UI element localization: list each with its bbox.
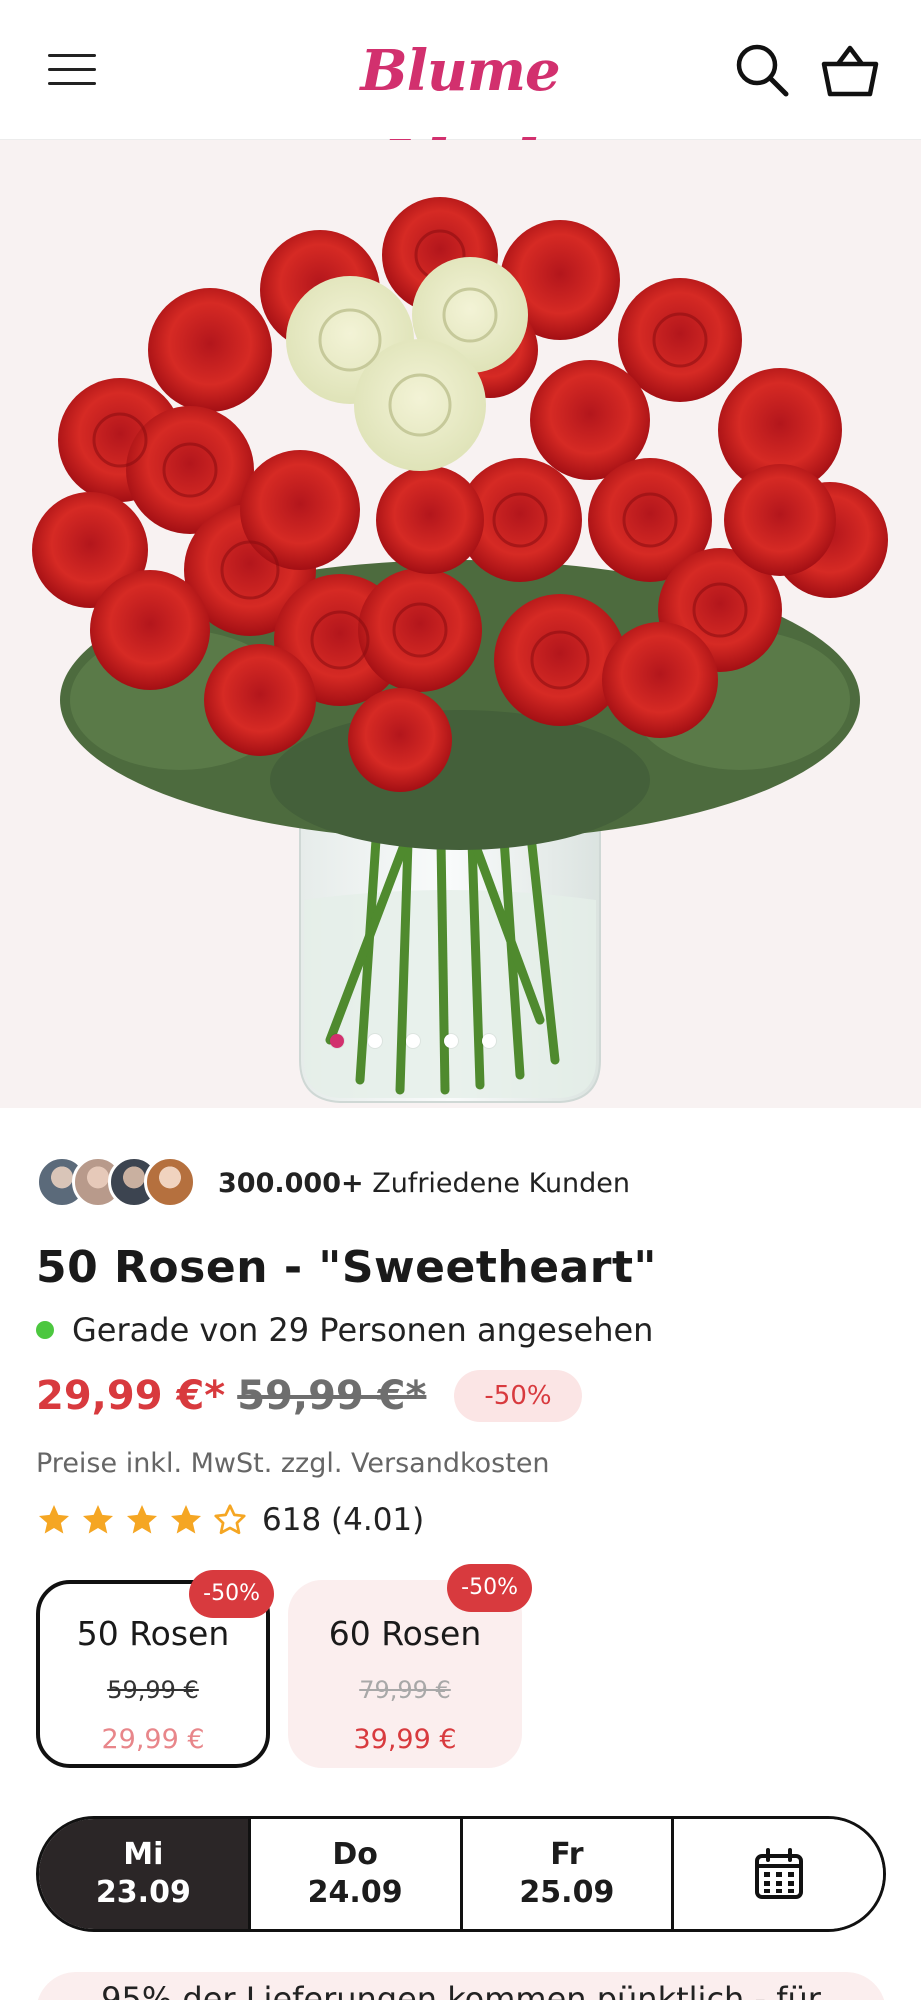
delivery-notice-text: 95% der Lieferungen kommen pünktlich - f…: [101, 1980, 821, 2000]
brand-logo[interactable]: Blume Ideal: [300, 26, 620, 194]
date-option-fr[interactable]: Fr 25.09: [462, 1819, 675, 1929]
product-title: 50 Rosen - "Sweetheart": [36, 1242, 657, 1293]
star-icon: [39, 1505, 69, 1534]
product-image[interactable]: [0, 140, 921, 1108]
menu-icon-bar: [48, 82, 96, 85]
delivery-notice: 95% der Lieferungen kommen pünktlich - f…: [36, 1972, 886, 2000]
header: Blume Ideal: [0, 0, 921, 194]
date-value: 24.09: [307, 1875, 403, 1910]
star-icon: [171, 1505, 201, 1534]
star-outline-icon: [214, 1504, 246, 1535]
gallery-pagination: [330, 1034, 550, 1054]
date-value: 23.09: [95, 1875, 191, 1910]
menu-icon-bar: [48, 68, 96, 71]
date-weekday: Mi: [123, 1837, 164, 1872]
variant-name: 60 Rosen: [328, 1614, 482, 1653]
star-icon: [127, 1505, 157, 1534]
rose-bouquet-image: [32, 197, 888, 1103]
customer-count: 300.000+ Zufriedene Kunden: [218, 1164, 630, 1204]
star-icon: [83, 1505, 113, 1534]
search-button[interactable]: [732, 40, 792, 100]
menu-button[interactable]: [44, 48, 100, 92]
live-viewers-text: Gerade von 29 Personen angesehen: [72, 1311, 654, 1349]
gallery-dot[interactable]: [368, 1034, 382, 1048]
basket-icon: [821, 45, 879, 97]
live-viewers: Gerade von 29 Personen angesehen: [36, 1308, 653, 1352]
avatar: [144, 1156, 196, 1208]
variant-new-price: 29,99 €: [101, 1724, 205, 1755]
rating[interactable]: 618 (4.01): [36, 1498, 424, 1542]
menu-icon-bar: [48, 54, 96, 57]
date-value: 25.09: [519, 1875, 615, 1910]
customer-count-label: Zufriedene Kunden: [372, 1168, 631, 1199]
calendar-button[interactable]: [674, 1819, 883, 1929]
calendar-icon: [754, 1848, 803, 1899]
variant-old-price: 59,99 €: [107, 1676, 199, 1704]
variant-50-rosen[interactable]: 50 Rosen 59,99 € 29,99 € -50%: [36, 1570, 274, 1768]
customer-count-number: 300.000+: [218, 1168, 364, 1199]
variant-discount-badge: -50%: [447, 1564, 532, 1612]
gallery-dot[interactable]: [406, 1034, 420, 1048]
original-price: 59,99 €*: [237, 1373, 427, 1419]
cart-button[interactable]: [818, 40, 882, 100]
variant-60-rosen[interactable]: 60 Rosen 79,99 € 39,99 € -50%: [288, 1564, 532, 1768]
customer-avatars: [36, 1156, 200, 1210]
variant-new-price: 39,99 €: [353, 1724, 457, 1755]
price-row: 29,99 €* 59,99 €* -50%: [36, 1366, 582, 1426]
delivery-date-selector: Mi 23.09 Do 24.09 Fr 25.09: [36, 1816, 886, 1932]
date-weekday: Fr: [550, 1837, 584, 1872]
date-option-mi[interactable]: Mi 23.09: [39, 1819, 251, 1929]
current-price: 29,99 €*: [36, 1373, 226, 1419]
online-dot-icon: [36, 1321, 54, 1339]
tax-note: Preise inkl. MwSt. zzgl. Versandkosten: [36, 1448, 550, 1479]
search-icon: [736, 44, 789, 97]
rating-text: 618 (4.01): [262, 1502, 425, 1538]
gallery-dot[interactable]: [330, 1034, 344, 1048]
variant-discount-badge: -50%: [189, 1570, 274, 1618]
gallery-dot[interactable]: [444, 1034, 458, 1048]
date-weekday: Do: [332, 1837, 378, 1872]
variant-old-price: 79,99 €: [359, 1676, 451, 1704]
date-option-do[interactable]: Do 24.09: [250, 1819, 463, 1929]
gallery-dot[interactable]: [482, 1034, 496, 1048]
variant-name: 50 Rosen: [76, 1614, 230, 1653]
discount-badge: -50%: [454, 1370, 582, 1422]
